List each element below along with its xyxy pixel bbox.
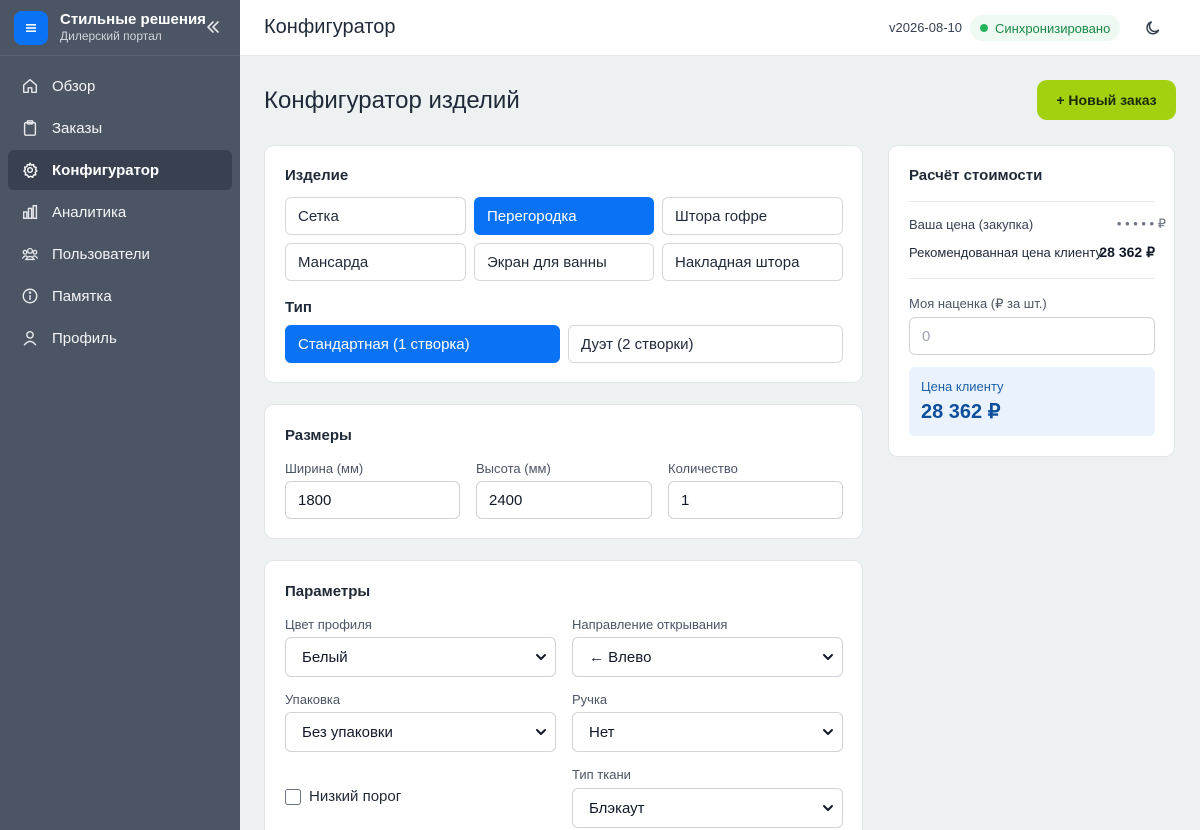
- profile-color-select[interactable]: Белый: [285, 637, 556, 677]
- chevron-down-icon: [536, 729, 546, 735]
- top-header: Конфигуратор v2026-08-10 Синхронизирован…: [240, 0, 1200, 56]
- chevron-down-icon: [536, 654, 546, 660]
- chevron-down-icon: [823, 729, 833, 735]
- product-section-title: Изделие: [285, 167, 349, 184]
- sizes-section-title: Размеры: [285, 427, 352, 444]
- low-threshold-checkbox[interactable]: [285, 789, 301, 805]
- brand-logo-icon: [14, 10, 48, 45]
- sidebar-item-label: Пользователи: [52, 245, 150, 263]
- chevron-down-icon: [823, 654, 833, 660]
- params-section-title: Параметры: [285, 583, 371, 600]
- product-option-overlay-blind[interactable]: Накладная штора: [662, 243, 843, 281]
- sidebar-item-analytics[interactable]: Аналитика: [8, 192, 232, 232]
- fabric-type-select[interactable]: Блэкаут: [572, 788, 843, 828]
- handle-value: Нет: [589, 723, 615, 741]
- sync-status-badge: Синхронизировано: [970, 15, 1121, 41]
- handle-label: Ручка: [572, 692, 608, 707]
- product-card: Изделие Сетка Перегородка Штора гофре Ма…: [264, 145, 863, 383]
- markup-input[interactable]: 0: [909, 317, 1155, 355]
- sidebar-item-configurator[interactable]: Конфигуратор: [8, 150, 232, 190]
- fabric-type-value: Блэкаут: [589, 799, 645, 817]
- packaging-value: Без упаковки: [302, 723, 393, 741]
- home-icon: [20, 76, 40, 96]
- sidebar-item-overview[interactable]: Обзор: [8, 66, 232, 106]
- product-option-mansard[interactable]: Мансарда: [285, 243, 466, 281]
- bar-chart-icon: [20, 202, 40, 222]
- recommended-price-label: Рекомендованная цена клиенту: [909, 245, 1103, 260]
- handle-select[interactable]: Нет: [572, 712, 843, 752]
- sidebar-nav: Обзор Заказы Конфигуратор Аналитика Поль…: [0, 56, 240, 358]
- pricing-divider: [909, 201, 1154, 202]
- pricing-section-title: Расчёт стоимости: [909, 167, 1043, 184]
- product-option-pleated-blind[interactable]: Штора гофре: [662, 197, 843, 235]
- brand-header: Стильные решения Дилерский портал: [0, 0, 240, 56]
- sidebar-item-label: Профиль: [52, 329, 117, 347]
- direction-value: ← Влево: [589, 648, 652, 666]
- user-icon: [20, 328, 40, 348]
- header-title: Конфигуратор: [264, 16, 396, 38]
- page-title: Конфигуратор изделий: [264, 87, 520, 114]
- type-section-title: Тип: [285, 299, 312, 316]
- fabric-type-label: Тип ткани: [572, 767, 631, 782]
- new-order-button[interactable]: + Новый заказ: [1037, 80, 1176, 120]
- pricing-divider: [909, 278, 1154, 279]
- sidebar-item-profile[interactable]: Профиль: [8, 318, 232, 358]
- sidebar-item-orders[interactable]: Заказы: [8, 108, 232, 148]
- brand-name: Стильные решения: [60, 11, 206, 28]
- product-option-bath-screen[interactable]: Экран для ванны: [474, 243, 654, 281]
- packaging-label: Упаковка: [285, 692, 341, 707]
- sizes-card: Размеры Ширина (мм) 1800 Высота (мм) 240…: [264, 404, 863, 539]
- height-input[interactable]: 2400: [476, 481, 652, 519]
- profile-color-label: Цвет профиля: [285, 617, 372, 632]
- recommended-price-value: 28 362 ₽: [1099, 244, 1155, 260]
- sync-status-text: Синхронизировано: [995, 20, 1111, 36]
- your-price-hidden-value[interactable]: • • • • • ₽: [1117, 216, 1166, 232]
- quantity-input[interactable]: 1: [668, 481, 843, 519]
- product-option-mesh[interactable]: Сетка: [285, 197, 466, 235]
- collapse-sidebar-icon[interactable]: [204, 18, 222, 36]
- quantity-label: Количество: [668, 461, 738, 476]
- version-label: v2026-08-10: [889, 20, 962, 35]
- chevron-down-icon: [823, 805, 833, 811]
- brand-subtitle: Дилерский портал: [60, 29, 162, 43]
- clipboard-icon: [20, 118, 40, 138]
- packaging-select[interactable]: Без упаковки: [285, 712, 556, 752]
- sidebar-item-memo[interactable]: Памятка: [8, 276, 232, 316]
- type-option-standard[interactable]: Стандартная (1 створка): [285, 325, 560, 363]
- gear-icon: [20, 160, 40, 180]
- width-input[interactable]: 1800: [285, 481, 460, 519]
- sync-status-dot-icon: [980, 24, 988, 32]
- profile-color-value: Белый: [302, 648, 348, 666]
- dark-mode-moon-icon[interactable]: [1144, 19, 1162, 37]
- sidebar-item-label: Обзор: [52, 77, 96, 95]
- sidebar: Стильные решения Дилерский портал Обзор …: [0, 0, 240, 830]
- type-option-duet[interactable]: Дуэт (2 створки): [568, 325, 843, 363]
- client-price-box: Цена клиенту 28 362 ₽: [909, 367, 1155, 436]
- direction-select[interactable]: ← Влево: [572, 637, 843, 677]
- markup-label: Моя наценка (₽ за шт.): [909, 296, 1047, 311]
- sidebar-item-label: Памятка: [52, 287, 112, 305]
- low-threshold-label[interactable]: Низкий порог: [309, 788, 401, 805]
- client-price-value: 28 362 ₽: [921, 401, 1001, 423]
- info-icon: [20, 286, 40, 306]
- height-label: Высота (мм): [476, 461, 551, 476]
- sidebar-item-label: Аналитика: [52, 203, 127, 221]
- sidebar-item-users[interactable]: Пользователи: [8, 234, 232, 274]
- width-label: Ширина (мм): [285, 461, 364, 476]
- product-option-partition[interactable]: Перегородка: [474, 197, 654, 235]
- sidebar-item-label: Конфигуратор: [52, 161, 160, 179]
- client-price-label: Цена клиенту: [921, 379, 1004, 394]
- users-icon: [20, 244, 40, 264]
- sidebar-item-label: Заказы: [52, 119, 103, 137]
- your-price-label: Ваша цена (закупка): [909, 217, 1034, 232]
- direction-label: Направление открывания: [572, 617, 728, 632]
